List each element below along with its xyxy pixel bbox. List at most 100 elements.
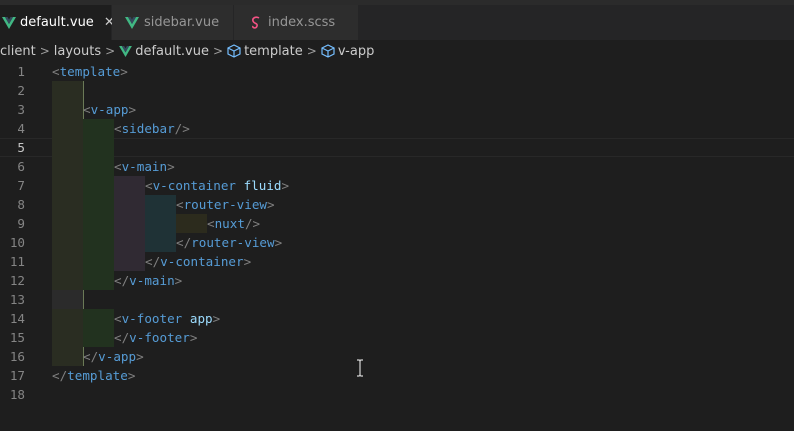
indent-highlight xyxy=(145,214,176,233)
indent-highlight xyxy=(52,290,83,309)
breadcrumb-item-v-app[interactable]: v-app xyxy=(338,44,375,59)
editor-tab-bar: default.vue ✕ sidebar.vue index.scss xyxy=(0,5,794,40)
tag-name: router-view xyxy=(191,235,275,250)
punctuation: > xyxy=(174,273,183,288)
indent-highlight xyxy=(83,138,114,157)
code-line[interactable]: 13 xyxy=(0,290,794,309)
punctuation xyxy=(182,311,190,326)
punctuation: > xyxy=(274,235,283,250)
line-number: 18 xyxy=(9,387,25,402)
indent-highlight xyxy=(114,195,145,214)
code-line[interactable]: 7 <v-container fluid> xyxy=(0,176,794,195)
code-editor[interactable]: 1 <template> 2 3 <v-app> 4 <sidebar/> 5 6 <v-main… xyxy=(0,62,794,431)
breadcrumb-item-layouts[interactable]: layouts xyxy=(54,44,101,59)
code-text: <template> xyxy=(52,62,128,81)
line-number: 13 xyxy=(9,292,25,307)
line-number: 16 xyxy=(9,349,25,364)
indent-highlight xyxy=(52,271,83,290)
breadcrumb-item-client[interactable]: client xyxy=(0,44,36,59)
tag-name: v-app xyxy=(90,102,129,117)
tag-name: sidebar xyxy=(121,121,175,136)
punctuation: </ xyxy=(83,349,99,364)
element-cube-icon xyxy=(321,44,335,58)
code-line[interactable]: 6 <v-main> xyxy=(0,157,794,176)
punctuation: > xyxy=(243,254,252,269)
breadcrumb-item-template[interactable]: template xyxy=(244,44,303,59)
tab-default-vue[interactable]: default.vue ✕ xyxy=(0,5,115,40)
indent-highlight xyxy=(52,309,83,328)
line-number: 11 xyxy=(9,254,25,269)
code-line[interactable]: 5 xyxy=(0,138,794,157)
code-line[interactable]: 9 <nuxt/> xyxy=(0,214,794,233)
indent-highlight xyxy=(83,252,114,271)
code-line[interactable]: 4 <sidebar/> xyxy=(0,119,794,138)
indent-highlight xyxy=(83,119,114,138)
indent-highlight xyxy=(83,233,114,252)
indent-highlight xyxy=(176,214,207,233)
code-line[interactable]: 16 </v-app> xyxy=(0,347,794,366)
line-number: 8 xyxy=(17,197,25,212)
tag-name: v-main xyxy=(129,273,175,288)
code-text: <sidebar/> xyxy=(114,119,190,138)
code-line[interactable]: 8 <router-view> xyxy=(0,195,794,214)
code-text: </v-main> xyxy=(114,271,182,290)
punctuation: < xyxy=(207,216,215,231)
indent-highlight xyxy=(83,309,114,328)
vue-icon xyxy=(2,15,16,31)
indent-highlight xyxy=(52,233,83,252)
code-line[interactable]: 2 xyxy=(0,81,794,100)
code-line[interactable]: 3 <v-app> xyxy=(0,100,794,119)
code-line[interactable]: 14 <v-footer app> xyxy=(0,309,794,328)
code-text: </v-app> xyxy=(83,347,144,366)
chevron-right-icon: > xyxy=(105,44,116,58)
breadcrumb-item-file[interactable]: default.vue xyxy=(135,44,209,59)
line-number: 7 xyxy=(17,178,25,193)
tag-name: v-container xyxy=(160,254,244,269)
attribute-name: fluid xyxy=(243,178,282,193)
indent-highlight xyxy=(83,157,114,176)
tag-name: router-view xyxy=(183,197,267,212)
punctuation: > xyxy=(120,64,128,79)
indent-highlight xyxy=(52,252,83,271)
punctuation: > xyxy=(281,178,290,193)
code-line[interactable]: 11 </v-container> xyxy=(0,252,794,271)
tag-name: v-footer xyxy=(129,330,190,345)
punctuation: > xyxy=(189,330,198,345)
line-number: 1 xyxy=(17,64,25,79)
line-number: 6 xyxy=(17,159,25,174)
tab-index-scss[interactable]: index.scss xyxy=(234,5,359,40)
vue-icon xyxy=(119,45,133,57)
punctuation: > xyxy=(128,102,137,117)
code-text: </template> xyxy=(52,366,135,385)
code-line[interactable]: 12 </v-main> xyxy=(0,271,794,290)
punctuation: < xyxy=(145,178,153,193)
indent-highlight xyxy=(83,176,114,195)
code-line[interactable]: 17 </template> xyxy=(0,366,794,385)
code-text: <router-view> xyxy=(176,195,275,214)
indent-highlight xyxy=(83,271,114,290)
code-text: <v-container fluid> xyxy=(145,176,289,195)
indent-highlight xyxy=(52,157,83,176)
tab-label: default.vue xyxy=(20,15,94,30)
indent-highlight xyxy=(114,252,145,271)
tab-label: index.scss xyxy=(268,15,336,30)
indent-highlight xyxy=(52,347,83,366)
tag-name: nuxt xyxy=(214,216,245,231)
code-line[interactable]: 1 <template> xyxy=(0,62,794,81)
chevron-right-icon: > xyxy=(39,44,50,58)
line-number: 17 xyxy=(9,368,25,383)
tag-name: template xyxy=(67,368,128,383)
element-cube-icon xyxy=(227,44,241,58)
tag-name: v-footer xyxy=(121,311,183,326)
tag-name: template xyxy=(59,64,121,79)
punctuation: /> xyxy=(174,121,190,136)
code-text: <v-footer app> xyxy=(114,309,220,328)
code-line[interactable]: 10 </router-view> xyxy=(0,233,794,252)
text-cursor-icon xyxy=(356,359,364,381)
tab-sidebar-vue[interactable]: sidebar.vue xyxy=(112,5,234,40)
indent-highlight xyxy=(52,119,83,138)
indent-highlight xyxy=(114,233,145,252)
code-line[interactable]: 15 </v-footer> xyxy=(0,328,794,347)
line-number: 2 xyxy=(17,83,25,98)
code-line[interactable]: 18 xyxy=(0,385,794,404)
